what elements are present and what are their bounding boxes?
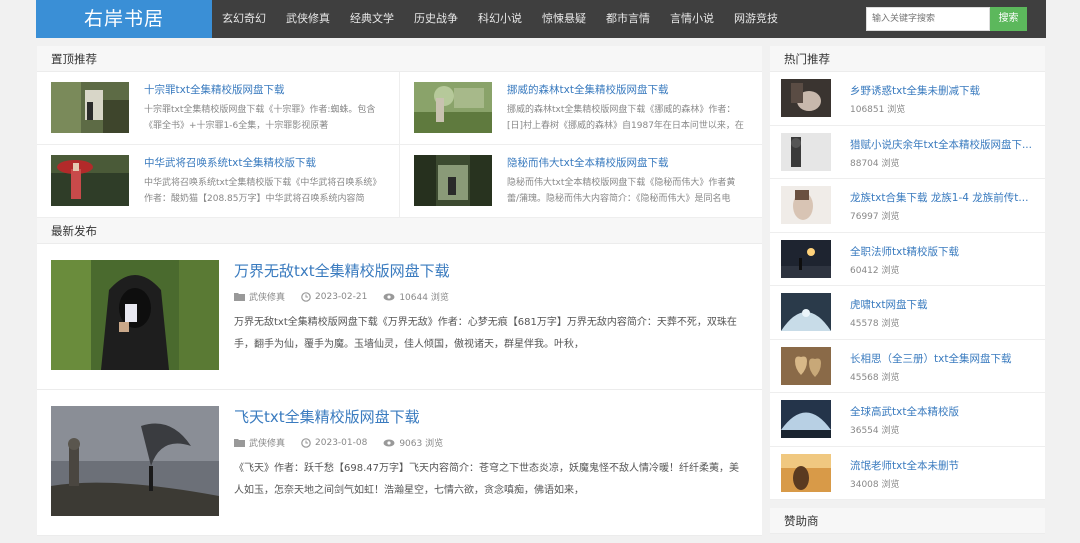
post-date: 2023-02-21	[315, 291, 368, 302]
eye-icon	[383, 293, 395, 300]
hot-heading: 热门推荐	[770, 46, 1045, 72]
hot-item: 流氓老师txt全本未删节 34008 浏览	[770, 447, 1045, 500]
sponsor-heading: 赞助商	[770, 508, 1045, 534]
post-cover-image[interactable]	[51, 406, 219, 516]
menu-item-urban[interactable]: 都市言情	[596, 0, 660, 38]
hot-views: 45578 浏览	[850, 319, 900, 329]
hot-item: 乡野诱惑txt全集未删减下载 106851 浏览	[770, 72, 1045, 126]
hot-views: 45568 浏览	[850, 372, 900, 383]
post-title[interactable]: 飞天txt全集精校版网盘下载	[234, 406, 420, 427]
hot-title[interactable]: 龙族txt合集下载 龙族1-4 龙族前传t...	[850, 190, 1040, 205]
post-cover-image[interactable]	[51, 260, 219, 370]
hot-title[interactable]: 猎赋小说庆余年txt全本精校版网盘下...	[850, 137, 1040, 152]
post-item: 万界无敌txt全集精校版网盘下载 武侠修真 2023-02-21 10644 浏…	[37, 244, 762, 390]
menu-item-thriller[interactable]: 惊悚悬疑	[532, 0, 596, 38]
hot-title[interactable]: 乡野诱惑txt全集未删减下载	[850, 83, 1040, 98]
pinned-desc: 十宗罪txt全集精校版网盘下载《十宗罪》作者:蜘蛛。包含《罪全书》+十宗罪1-6…	[144, 105, 376, 131]
hot-item: 虎啸txt网盘下载 45578 浏览	[770, 286, 1045, 340]
sponsor-section: 赞助商	[770, 508, 1045, 534]
main-column: 置顶推荐 十宗罪txt全集精校版网盘下载 十宗罪txt全集精校版网盘下载《十宗罪…	[37, 46, 762, 536]
hot-item: 龙族txt合集下载 龙族1-4 龙族前传t... 76997 浏览	[770, 179, 1045, 233]
menu-item-scifi[interactable]: 科幻小说	[468, 0, 532, 38]
post-date: 2023-01-08	[315, 437, 368, 448]
pinned-grid: 十宗罪txt全集精校版网盘下载 十宗罪txt全集精校版网盘下载《十宗罪》作者:蜘…	[37, 72, 762, 218]
navbar: 右岸书居 玄幻奇幻 武侠修真 经典文学 历史战争 科幻小说 惊悚悬疑 都市言情 …	[36, 0, 1046, 38]
hot-views: 88704 浏览	[850, 158, 900, 169]
hot-views: 60412 浏览	[850, 265, 900, 276]
folder-icon	[234, 293, 245, 301]
menu-item-romance[interactable]: 言情小说	[660, 0, 724, 38]
clock-icon	[301, 437, 311, 448]
post-views: 9063 浏览	[399, 439, 444, 449]
menu-item-wuxia[interactable]: 武侠修真	[276, 0, 340, 38]
eye-icon	[383, 439, 395, 446]
pinned-heading: 置顶推荐	[37, 46, 762, 72]
hot-title[interactable]: 流氓老师txt全本未删节	[850, 458, 1040, 473]
hot-item: 猎赋小说庆余年txt全本精校版网盘下... 88704 浏览	[770, 126, 1045, 179]
latest-heading: 最新发布	[37, 218, 762, 244]
hot-thumb-image[interactable]	[781, 79, 831, 117]
pinned-section: 置顶推荐 十宗罪txt全集精校版网盘下载 十宗罪txt全集精校版网盘下载《十宗罪…	[37, 46, 762, 218]
top-bar: 右岸书居 玄幻奇幻 武侠修真 经典文学 历史战争 科幻小说 惊悚悬疑 都市言情 …	[0, 0, 1080, 38]
hot-item: 全职法师txt精校版下载 60412 浏览	[770, 233, 1045, 286]
search-input[interactable]	[866, 7, 990, 31]
post-title[interactable]: 万界无敌txt全集精校版网盘下载	[234, 260, 450, 281]
main-menu: 玄幻奇幻 武侠修真 经典文学 历史战争 科幻小说 惊悚悬疑 都市言情 言情小说 …	[212, 0, 788, 38]
search-button[interactable]: 搜索	[990, 7, 1027, 31]
hot-item: 长相思（全三册）txt全集网盘下载 45568 浏览	[770, 340, 1045, 393]
hot-views: 76997 浏览	[850, 212, 900, 222]
pinned-desc: 中华武将召唤系统txt全集精校版下载《中华武将召唤系统》作者：酸奶猫【208.8…	[144, 178, 382, 204]
hot-thumb-image[interactable]	[781, 186, 831, 224]
hot-views: 34008 浏览	[850, 479, 900, 490]
pinned-desc: 隐秘而伟大txt全本精校版网盘下载《隐秘而伟大》作者黄蕾/蒲瑰。隐秘而伟大内容简…	[507, 178, 736, 204]
book-cover-image[interactable]	[414, 155, 492, 206]
post-meta: 武侠修真 2023-02-21 10644 浏览	[234, 290, 449, 303]
site-logo[interactable]: 右岸书居	[36, 0, 212, 38]
book-cover-image[interactable]	[414, 82, 492, 133]
post-category[interactable]: 武侠修真	[249, 436, 285, 449]
hot-thumb-image[interactable]	[781, 293, 831, 331]
hot-views: 106851 浏览	[850, 105, 906, 115]
post-desc: 万界无敌txt全集精校版网盘下载《万界无敌》作者：心梦无痕【681万字】万界无敌…	[234, 317, 737, 350]
sidebar: 热门推荐 乡野诱惑txt全集未删减下载 106851 浏览 猎赋小说庆余年txt…	[770, 46, 1045, 534]
book-cover-image[interactable]	[51, 82, 129, 133]
hot-item: 全球高武txt全本精校版 36554 浏览	[770, 393, 1045, 447]
hot-title[interactable]: 虎啸txt网盘下载	[850, 297, 1040, 312]
post-desc: 《飞天》作者：跃千愁【698.47万字】飞天内容简介：苍穹之下世态炎凉，妖魔鬼怪…	[234, 463, 739, 496]
menu-item-gaming[interactable]: 网游竞技	[724, 0, 788, 38]
hot-thumb-image[interactable]	[781, 453, 831, 492]
pinned-item: 隐秘而伟大txt全本精校版网盘下载 隐秘而伟大txt全本精校版网盘下载《隐秘而伟…	[400, 145, 762, 218]
pinned-title[interactable]: 隐秘而伟大txt全本精校版网盘下载	[507, 155, 668, 170]
pinned-item: 挪威的森林txt全集精校版网盘下载 挪威的森林txt全集精校版网盘下载《挪威的森…	[400, 72, 762, 145]
book-cover-image[interactable]	[51, 155, 129, 206]
post-item: 飞天txt全集精校版网盘下载 武侠修真 2023-01-08 9063 浏览 《…	[37, 390, 762, 536]
pinned-title[interactable]: 中华武将召唤系统txt全集精校版下载	[144, 155, 316, 170]
hot-thumb-image[interactable]	[781, 132, 831, 171]
post-category[interactable]: 武侠修真	[249, 290, 285, 303]
hot-views: 36554 浏览	[850, 426, 900, 436]
hot-thumb-image[interactable]	[781, 239, 831, 278]
hot-section: 热门推荐 乡野诱惑txt全集未删减下载 106851 浏览 猎赋小说庆余年txt…	[770, 46, 1045, 500]
pinned-desc: 挪威的森林txt全集精校版网盘下载《挪威的森林》作者：[日]村上春树《挪威的森林…	[507, 105, 744, 131]
hot-thumb-image[interactable]	[781, 400, 831, 438]
pinned-title[interactable]: 挪威的森林txt全集精校版网盘下载	[507, 82, 668, 97]
pinned-item: 中华武将召唤系统txt全集精校版下载 中华武将召唤系统txt全集精校版下载《中华…	[37, 145, 400, 218]
pinned-title[interactable]: 十宗罪txt全集精校版网盘下载	[144, 82, 284, 97]
hot-title[interactable]: 全球高武txt全本精校版	[850, 404, 1040, 419]
hot-thumb-image[interactable]	[781, 346, 831, 385]
clock-icon	[301, 291, 311, 302]
menu-item-xuanhuan[interactable]: 玄幻奇幻	[212, 0, 276, 38]
folder-icon	[234, 439, 245, 447]
menu-item-classic[interactable]: 经典文学	[340, 0, 404, 38]
latest-section: 最新发布 万界无敌txt全集精校版网盘下载 武侠修真 2023-02-21 10…	[37, 218, 762, 536]
hot-title[interactable]: 长相思（全三册）txt全集网盘下载	[850, 351, 1040, 366]
post-meta: 武侠修真 2023-01-08 9063 浏览	[234, 436, 443, 449]
search-box: 搜索	[866, 7, 1027, 31]
hot-title[interactable]: 全职法师txt精校版下载	[850, 244, 1040, 259]
post-views: 10644 浏览	[399, 293, 449, 303]
menu-item-history[interactable]: 历史战争	[404, 0, 468, 38]
pinned-item: 十宗罪txt全集精校版网盘下载 十宗罪txt全集精校版网盘下载《十宗罪》作者:蜘…	[37, 72, 400, 145]
